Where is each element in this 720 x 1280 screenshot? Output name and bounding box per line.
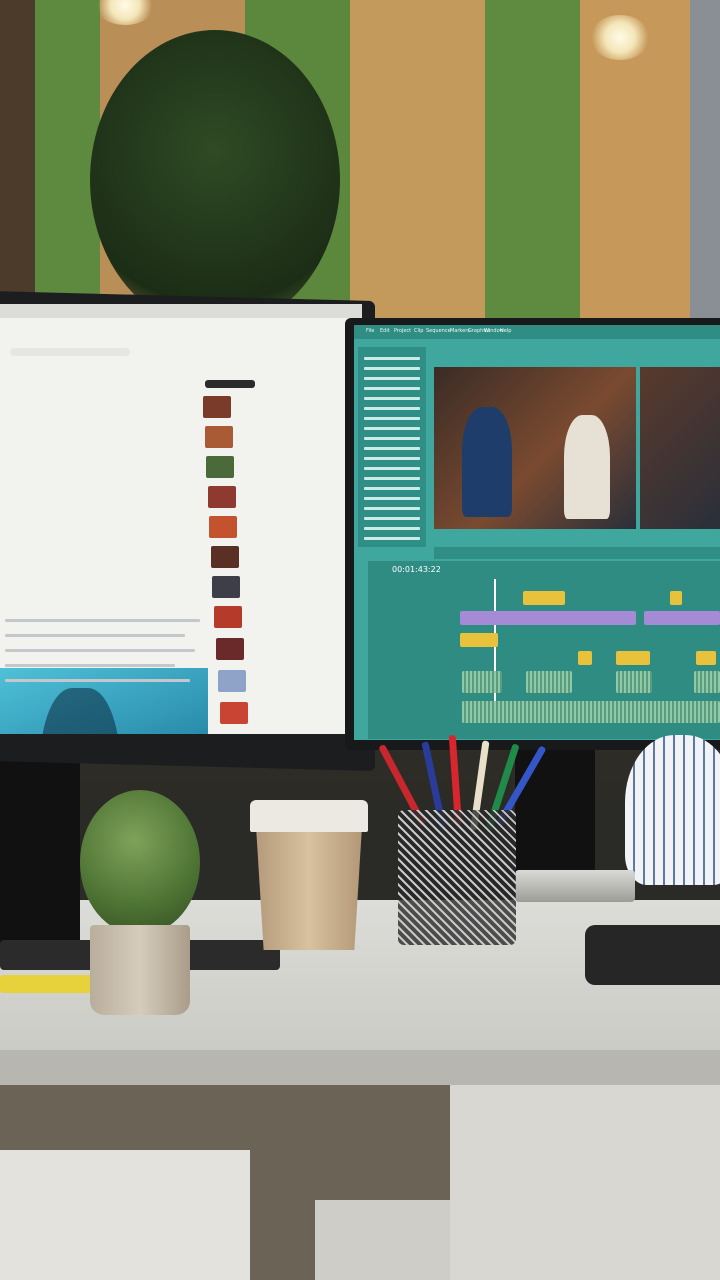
- recommended-thumbnail[interactable]: [211, 546, 239, 568]
- filter-chips[interactable]: [205, 380, 255, 388]
- green-panel: [485, 0, 580, 330]
- program-monitor: [434, 367, 636, 529]
- window: [690, 0, 720, 330]
- wood-panel: [350, 0, 485, 330]
- project-item: [364, 487, 420, 490]
- cabinet: [0, 1150, 250, 1280]
- podcast-guest: [564, 415, 610, 519]
- guitarist: [40, 688, 120, 734]
- project-item: [364, 377, 420, 380]
- monitor-stand: [0, 760, 80, 950]
- project-item: [364, 437, 420, 440]
- timeline-clip[interactable]: [460, 633, 498, 647]
- audio-clip[interactable]: [526, 671, 572, 693]
- podcast-host: [462, 407, 512, 517]
- desk-leg: [450, 1080, 720, 1280]
- source-monitor: [640, 367, 720, 529]
- external-drive: [515, 870, 635, 902]
- recommended-thumbnail[interactable]: [220, 702, 248, 724]
- video-info: [5, 619, 200, 622]
- timecode: 00:01:43:22: [392, 565, 441, 574]
- menu-item[interactable]: Project: [394, 328, 411, 334]
- audio-clip[interactable]: [462, 701, 720, 723]
- playhead[interactable]: [494, 579, 496, 719]
- project-item: [364, 407, 420, 410]
- ceiling-lamp: [590, 15, 650, 60]
- monitor-stand: [515, 740, 595, 880]
- recommended-thumbnail[interactable]: [212, 576, 240, 598]
- project-item: [364, 427, 420, 430]
- menu-item[interactable]: Edit: [380, 328, 390, 334]
- editor-menu-bar: File Edit Project Clip Sequence Markers …: [354, 325, 720, 339]
- browser-tab-bar[interactable]: [0, 304, 362, 318]
- left-monitor-screen: ⛶ ♪ ▶: [0, 304, 362, 734]
- project-item: [364, 467, 420, 470]
- recommended-thumbnail[interactable]: [214, 606, 242, 628]
- wood-panel: [0, 0, 35, 330]
- audio-clip[interactable]: [616, 671, 652, 693]
- recommended-thumbnail[interactable]: [209, 516, 237, 538]
- recommended-thumbnail[interactable]: [205, 426, 233, 448]
- description-text: [5, 649, 195, 652]
- audio-clip[interactable]: [694, 671, 720, 693]
- timeline-clip[interactable]: [460, 611, 636, 625]
- timeline-clip[interactable]: [578, 651, 592, 665]
- project-item: [364, 497, 420, 500]
- timeline-clip[interactable]: [696, 651, 716, 665]
- search-input[interactable]: [10, 348, 130, 356]
- menu-item[interactable]: Sequence: [426, 328, 451, 334]
- background-plant: [90, 30, 340, 330]
- menu-item[interactable]: Help: [500, 328, 511, 334]
- description-text: [5, 634, 185, 637]
- description-text: [5, 679, 190, 682]
- video-player[interactable]: ⛶ ♪ ▶: [0, 668, 208, 734]
- project-item: [364, 517, 420, 520]
- recommended-thumbnail[interactable]: [206, 456, 234, 478]
- menu-item[interactable]: Markers: [450, 328, 470, 334]
- project-item: [364, 537, 420, 540]
- desk-edge: [0, 1050, 720, 1085]
- project-item: [364, 477, 420, 480]
- project-item: [364, 457, 420, 460]
- video-editor-screen: File Edit Project Clip Sequence Markers …: [354, 325, 720, 740]
- timeline-clip[interactable]: [523, 591, 565, 605]
- project-item: [364, 387, 420, 390]
- timeline-clip[interactable]: [670, 591, 682, 605]
- menu-item[interactable]: File: [366, 328, 374, 334]
- project-item: [364, 507, 420, 510]
- recommended-thumbnail[interactable]: [218, 670, 246, 692]
- timeline-panel[interactable]: 00:01:43:22: [368, 561, 720, 739]
- playback-controls[interactable]: [434, 547, 720, 559]
- project-item: [364, 447, 420, 450]
- menu-item[interactable]: Clip: [414, 328, 423, 334]
- cup-lid: [250, 800, 368, 832]
- timeline-clip[interactable]: [644, 611, 720, 625]
- plant-pot: [90, 925, 190, 1015]
- audio-clip[interactable]: [462, 671, 502, 693]
- sticky-notes: [0, 975, 100, 993]
- recommended-thumbnail[interactable]: [208, 486, 236, 508]
- project-item: [364, 357, 420, 360]
- pen-holder: [398, 810, 516, 945]
- potted-plant: [80, 790, 200, 935]
- recommended-thumbnail[interactable]: [203, 396, 231, 418]
- keyboard: [585, 925, 720, 985]
- description-text: [5, 664, 175, 667]
- project-panel[interactable]: [358, 347, 426, 547]
- recommended-thumbnail[interactable]: [216, 638, 244, 660]
- project-item: [364, 397, 420, 400]
- timeline-clip[interactable]: [616, 651, 650, 665]
- project-item: [364, 417, 420, 420]
- vase: [625, 735, 720, 885]
- project-item: [364, 527, 420, 530]
- project-item: [364, 367, 420, 370]
